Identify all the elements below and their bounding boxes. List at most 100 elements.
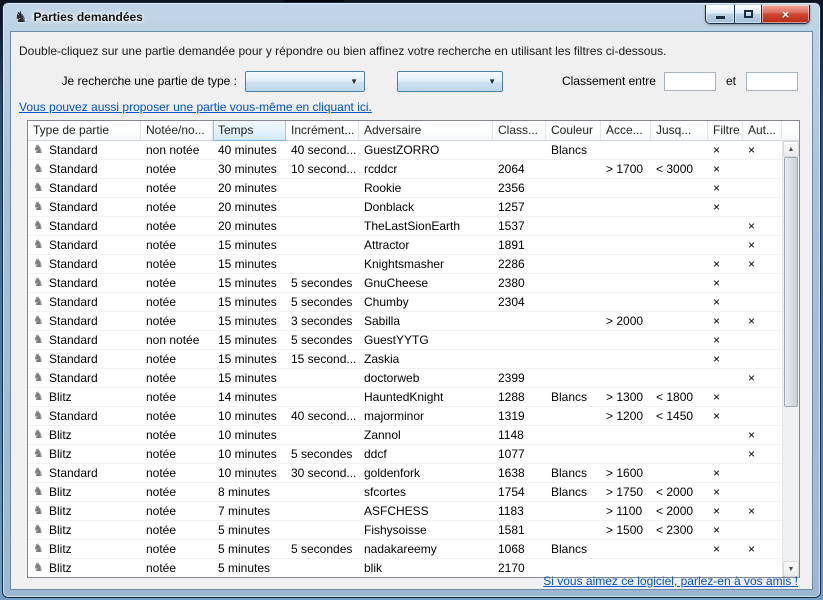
requested-games-window: ♞ Parties demandées × Double-cliquez sur…	[2, 2, 821, 598]
table-cell	[651, 464, 708, 482]
table-cell	[546, 502, 601, 520]
table-cell	[601, 331, 651, 349]
chess-piece-icon: ♞	[33, 559, 47, 575]
column-header[interactable]: Temps	[213, 121, 286, 141]
scroll-up-button[interactable]: ▲	[783, 141, 799, 157]
table-cell: 1148	[493, 426, 546, 444]
column-header[interactable]: Acce...	[601, 121, 651, 141]
table-cell	[286, 255, 359, 273]
table-cell: ×	[743, 141, 782, 159]
table-cell: notée	[141, 274, 213, 292]
game-type-select[interactable]: ▼	[245, 71, 365, 92]
table-row[interactable]: ♞Blitznotée10 minutes5 secondesddcf1077×	[28, 445, 782, 464]
table-row[interactable]: ♞Standardnotée20 minutesRookie2356×	[28, 179, 782, 198]
table-row[interactable]: ♞Blitznotée8 minutessfcortes1754Blancs> …	[28, 483, 782, 502]
scroll-track[interactable]	[783, 157, 799, 561]
table-cell: 15 minutes	[213, 255, 286, 273]
column-header[interactable]: Jusq...	[651, 121, 708, 141]
table-row[interactable]: ♞Standardnotée20 minutesDonblack1257×	[28, 198, 782, 217]
column-header[interactable]: Filtre	[708, 121, 743, 141]
table-cell	[601, 369, 651, 387]
column-header[interactable]: Adversaire	[359, 121, 493, 141]
column-header[interactable]: Couleur	[546, 121, 601, 141]
column-header[interactable]: Class...	[493, 121, 546, 141]
scroll-thumb[interactable]	[784, 157, 798, 407]
table-cell	[546, 160, 601, 178]
table-row[interactable]: ♞Standardnotée15 minutes3 secondesSabill…	[28, 312, 782, 331]
table-row[interactable]: ♞Standardnotée15 minutesdoctorweb2399×	[28, 369, 782, 388]
table-cell: ♞Standard	[28, 293, 141, 311]
table-cell: 2356	[493, 179, 546, 197]
propose-game-link[interactable]: Vous pouvez aussi proposer une partie vo…	[19, 100, 372, 114]
column-header[interactable]: Incrément...	[286, 121, 359, 141]
chess-piece-icon: ♞	[33, 369, 47, 385]
table-row[interactable]: ♞Standardnotée15 minutes5 secondesChumby…	[28, 293, 782, 312]
table-cell: doctorweb	[359, 369, 493, 387]
table-row[interactable]: ♞Standardnotée30 minutes10 second...rcdd…	[28, 160, 782, 179]
table-row[interactable]: ♞Standardnotée10 minutes40 second...majo…	[28, 407, 782, 426]
column-header-stub	[782, 121, 799, 141]
table-cell	[743, 464, 782, 482]
table-row[interactable]: ♞Standardnotée15 minutesKnightsmasher228…	[28, 255, 782, 274]
rating-min-input[interactable]	[664, 72, 716, 91]
table-row[interactable]: ♞Blitznotée10 minutesZannol1148×	[28, 426, 782, 445]
table-row[interactable]: ♞Standardnotée15 minutesAttractor1891×	[28, 236, 782, 255]
vertical-scrollbar[interactable]: ▲ ▼	[782, 141, 799, 577]
table-cell: 10 minutes	[213, 426, 286, 444]
table-body: ♞Standardnon notée40 minutes40 second...…	[28, 141, 782, 577]
table-row[interactable]: ♞Standardnotée15 minutes15 second...Zask…	[28, 350, 782, 369]
game-subtype-select[interactable]: ▼	[397, 71, 503, 92]
table-cell	[546, 312, 601, 330]
table-cell	[743, 407, 782, 425]
table-cell	[601, 293, 651, 311]
table-row[interactable]: ♞Blitznotée7 minutesASFCHESS1183> 1100< …	[28, 502, 782, 521]
table-cell	[651, 217, 708, 235]
table-cell: notée	[141, 179, 213, 197]
table-cell	[651, 426, 708, 444]
table-cell: 5 secondes	[286, 445, 359, 463]
table-cell	[546, 350, 601, 368]
table-cell	[601, 350, 651, 368]
table-cell	[743, 331, 782, 349]
table-row[interactable]: ♞Blitznotée5 minutesFishysoisse1581> 150…	[28, 521, 782, 540]
table-cell: ×	[743, 312, 782, 330]
table-cell: ♞Standard	[28, 160, 141, 178]
column-header[interactable]: Notée/no...	[141, 121, 213, 141]
table-cell: 3 secondes	[286, 312, 359, 330]
game-type-text: Blitz	[49, 485, 72, 499]
table-cell	[286, 179, 359, 197]
table-cell	[546, 407, 601, 425]
column-header[interactable]: Aut...	[743, 121, 782, 141]
table-cell: ♞Blitz	[28, 540, 141, 558]
rating-max-input[interactable]	[746, 72, 798, 91]
table-cell	[286, 559, 359, 577]
close-button[interactable]: ×	[762, 5, 809, 23]
column-header[interactable]: Type de partie	[28, 121, 141, 141]
game-type-text: Standard	[49, 143, 98, 157]
table-cell	[743, 160, 782, 178]
titlebar[interactable]: ♞ Parties demandées ×	[10, 3, 813, 31]
table-row[interactable]: ♞Blitznotée5 minutes5 secondesnadakareem…	[28, 540, 782, 559]
table-cell: rcddcr	[359, 160, 493, 178]
chess-piece-icon: ♞	[33, 483, 47, 499]
game-type-label: Je recherche une partie de type :	[19, 74, 237, 88]
table-cell: ♞Blitz	[28, 426, 141, 444]
table-row[interactable]: ♞Standardnotée20 minutesTheLastSionEarth…	[28, 217, 782, 236]
share-with-friends-link[interactable]: Si vous aimez ce logiciel, parlez-en à v…	[543, 574, 798, 588]
table-cell: ×	[708, 312, 743, 330]
table-cell: 15 minutes	[213, 369, 286, 387]
table-row[interactable]: ♞Standardnon notée15 minutes5 secondesGu…	[28, 331, 782, 350]
minimize-button[interactable]	[706, 5, 735, 23]
table-row[interactable]: ♞Standardnotée10 minutes30 second...gold…	[28, 464, 782, 483]
table-row[interactable]: ♞Standardnotée15 minutes5 secondesGnuChe…	[28, 274, 782, 293]
game-type-text: Blitz	[49, 523, 72, 537]
table-cell	[601, 445, 651, 463]
maximize-button[interactable]	[735, 5, 762, 23]
table-cell: 1257	[493, 198, 546, 216]
table-row[interactable]: ♞Blitznotée14 minutesHauntedKnight1288Bl…	[28, 388, 782, 407]
table-cell: 15 minutes	[213, 312, 286, 330]
table-cell: ×	[708, 388, 743, 406]
game-type-text: Standard	[49, 219, 98, 233]
chess-piece-icon: ♞	[33, 312, 47, 328]
table-row[interactable]: ♞Standardnon notée40 minutes40 second...…	[28, 141, 782, 160]
